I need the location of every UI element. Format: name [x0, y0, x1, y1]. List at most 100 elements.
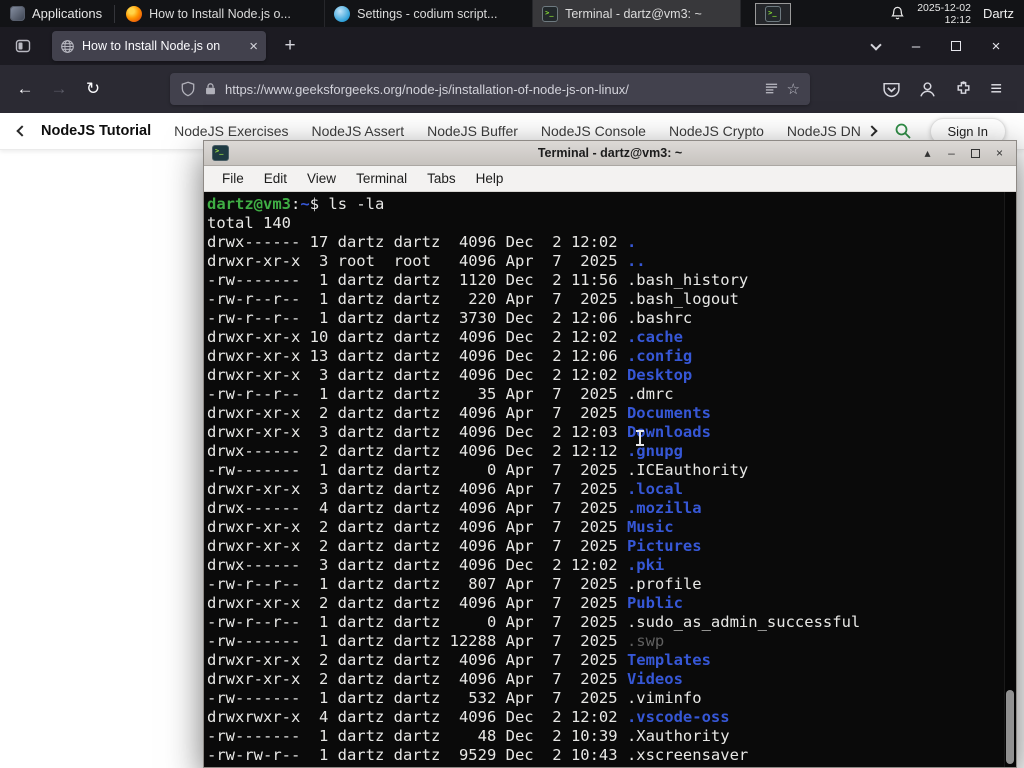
applications-menu-button[interactable]: Applications: [0, 0, 112, 27]
nav-scroll-right-icon[interactable]: [865, 125, 878, 137]
tab-close-button[interactable]: ×: [249, 39, 258, 54]
taskbar-window-button[interactable]: Settings - codium script...: [325, 0, 534, 27]
site-nav-link[interactable]: NodeJS Console: [541, 123, 646, 139]
tabbar-controls: – ×: [860, 32, 1016, 60]
terminal-scrollbar-thumb[interactable]: [1006, 690, 1014, 764]
terminal-maximize-button[interactable]: [967, 145, 984, 162]
terminal-menu-item[interactable]: Edit: [254, 171, 297, 186]
reload-button[interactable]: ↻: [78, 74, 108, 104]
tracking-shield-icon[interactable]: [180, 81, 196, 97]
file-meta: drwxr-xr-x 2 dartz dartz 4096 Apr 7 2025: [207, 537, 627, 555]
browser-tab-active[interactable]: How to Install Node.js on ×: [52, 31, 266, 61]
panel-user-menu[interactable]: Dartz: [983, 6, 1014, 21]
tray-terminal-button[interactable]: [755, 2, 792, 25]
terminal-output-line: drwxr-xr-x 2 dartz dartz 4096 Apr 7 2025…: [207, 651, 1002, 670]
pocket-save-icon[interactable]: [882, 80, 901, 99]
terminal-output-line: -rw-r--r-- 1 dartz dartz 807 Apr 7 2025 …: [207, 575, 1002, 594]
firefox-view-button[interactable]: [8, 32, 38, 60]
terminal-minimize-button[interactable]: –: [943, 145, 960, 162]
extensions-icon[interactable]: [954, 80, 973, 99]
terminal-output-line: -rw-r--r-- 1 dartz dartz 220 Apr 7 2025 …: [207, 290, 1002, 309]
site-nav-link[interactable]: NodeJS Buffer: [427, 123, 518, 139]
new-tab-button[interactable]: +: [276, 32, 304, 60]
terminal-title-bar[interactable]: >_ Terminal - dartz@vm3: ~ ▴ – ×: [204, 141, 1016, 166]
terminal-output-line: -rw------- 1 dartz dartz 0 Apr 7 2025 .I…: [207, 461, 1002, 480]
file-meta: drwxr-xr-x 2 dartz dartz 4096 Apr 7 2025: [207, 651, 627, 669]
terminal-output-line: drwxr-xr-x 2 dartz dartz 4096 Apr 7 2025…: [207, 518, 1002, 537]
account-icon[interactable]: [918, 80, 937, 99]
lock-icon[interactable]: [204, 82, 217, 96]
terminal-output-line: -rw------- 1 dartz dartz 532 Apr 7 2025 …: [207, 689, 1002, 708]
terminal-output-area[interactable]: dartz@vm3:~$ ls -la total 140 drwx------…: [204, 192, 1016, 767]
notification-bell-icon[interactable]: [890, 6, 905, 21]
file-meta: drwx------ 17 dartz dartz 4096 Dec 2 12:…: [207, 233, 627, 251]
file-name: Videos: [626, 670, 683, 688]
file-meta: drwx------ 4 dartz dartz 4096 Apr 7 2025: [207, 499, 627, 517]
file-meta: drwxrwxr-x 4 dartz dartz 4096 Dec 2 12:0…: [207, 708, 627, 726]
site-nav-link[interactable]: NodeJS Tutorial: [41, 123, 151, 139]
site-nav-link[interactable]: NodeJS DNS: [787, 123, 860, 139]
terminal-output-line: drwxr-xr-x 10 dartz dartz 4096 Dec 2 12:…: [207, 328, 1002, 347]
terminal-output-line: -rw-r--r-- 1 dartz dartz 35 Apr 7 2025 .…: [207, 385, 1002, 404]
terminal-menu-item[interactable]: File: [212, 171, 254, 186]
file-meta: -rw-r--r-- 1 dartz dartz 3730 Dec 2 12:0…: [207, 309, 627, 327]
forward-button[interactable]: →: [44, 74, 74, 104]
nav-scroll-left-icon[interactable]: [16, 125, 28, 137]
tray-terminal-icon: [765, 5, 782, 22]
window-minimize-button[interactable]: –: [900, 32, 932, 60]
file-name: .ICEauthority: [626, 461, 749, 479]
bookmark-star-icon[interactable]: ☆: [787, 80, 800, 98]
terminal-output-line: drwxr-xr-x 3 dartz dartz 4096 Apr 7 2025…: [207, 480, 1002, 499]
terminal-shade-button[interactable]: ▴: [919, 145, 936, 162]
file-meta: drwxr-xr-x 3 root root 4096 Apr 7 2025: [207, 252, 627, 270]
window-close-button[interactable]: ×: [980, 32, 1012, 60]
terminal-menu-item[interactable]: View: [297, 171, 346, 186]
file-meta: -rw-r--r-- 1 dartz dartz 0 Apr 7 2025: [207, 613, 627, 631]
terminal-output-line: drwxr-xr-x 3 dartz dartz 4096 Dec 2 12:0…: [207, 423, 1002, 442]
globe-icon: [61, 39, 74, 53]
file-name: .bash_history: [626, 271, 749, 289]
terminal-output-line: -rw-r--r-- 1 dartz dartz 3730 Dec 2 12:0…: [207, 309, 1002, 328]
terminal-window: >_ Terminal - dartz@vm3: ~ ▴ – × File Ed…: [203, 140, 1017, 768]
panel-clock[interactable]: 2025-12-02 12:12: [917, 2, 971, 26]
file-name: .config: [626, 347, 693, 365]
terminal-menu-item[interactable]: Tabs: [417, 171, 466, 186]
menu-hamburger-icon[interactable]: ≡: [990, 78, 1002, 101]
file-meta: -rw------- 1 dartz dartz 0 Apr 7 2025: [207, 461, 627, 479]
list-all-tabs-button[interactable]: [860, 32, 892, 60]
reader-mode-icon[interactable]: [764, 82, 779, 96]
terminal-output-line: drwx------ 3 dartz dartz 4096 Dec 2 12:0…: [207, 556, 1002, 575]
taskbar-window-button[interactable]: How to Install Node.js o...: [117, 0, 326, 27]
task-window-title: Settings - codium script...: [357, 6, 498, 21]
file-name: Public: [626, 594, 683, 612]
search-icon[interactable]: [894, 122, 912, 140]
file-meta: -rw------- 1 dartz dartz 12288 Apr 7 202…: [207, 632, 627, 650]
terminal-output-line: drwx------ 2 dartz dartz 4096 Dec 2 12:1…: [207, 442, 1002, 461]
terminal-menu-item[interactable]: Help: [466, 171, 514, 186]
terminal-output-line: drwxr-xr-x 2 dartz dartz 4096 Apr 7 2025…: [207, 404, 1002, 423]
site-nav-link[interactable]: NodeJS Crypto: [669, 123, 764, 139]
file-name: .bash_logout: [626, 290, 739, 308]
toolbar-right-icons: ≡: [882, 78, 1014, 101]
file-name: .local: [626, 480, 683, 498]
site-nav-link[interactable]: NodeJS Exercises: [174, 123, 288, 139]
panel-status-area: 2025-12-02 12:12 Dartz: [890, 2, 1024, 26]
terminal-close-button[interactable]: ×: [991, 145, 1008, 162]
site-nav-link[interactable]: NodeJS Assert: [312, 123, 405, 139]
window-maximize-button[interactable]: [940, 32, 972, 60]
task-window-icon: [126, 5, 143, 22]
terminal-window-title: Terminal - dartz@vm3: ~: [537, 146, 683, 160]
terminal-scrollbar[interactable]: [1004, 192, 1016, 767]
terminal-maximize-icon: [971, 148, 980, 158]
panel-clock-time: 12:12: [944, 13, 971, 26]
taskbar-window-button[interactable]: Terminal - dartz@vm3: ~: [533, 0, 742, 27]
text-cursor-pointer: [636, 430, 644, 446]
terminal-menu-item[interactable]: Terminal: [346, 171, 417, 186]
address-bar[interactable]: https://www.geeksforgeeks.org/node-js/in…: [170, 73, 810, 105]
file-meta: drwxr-xr-x 13 dartz dartz 4096 Dec 2 12:…: [207, 347, 627, 365]
maximize-icon: [951, 41, 961, 51]
file-name: .Xauthority: [626, 727, 730, 745]
file-meta: -rw-r--r-- 1 dartz dartz 35 Apr 7 2025: [207, 385, 627, 403]
back-button[interactable]: ←: [10, 74, 40, 104]
terminal-output-line: drwx------ 17 dartz dartz 4096 Dec 2 12:…: [207, 233, 1002, 252]
